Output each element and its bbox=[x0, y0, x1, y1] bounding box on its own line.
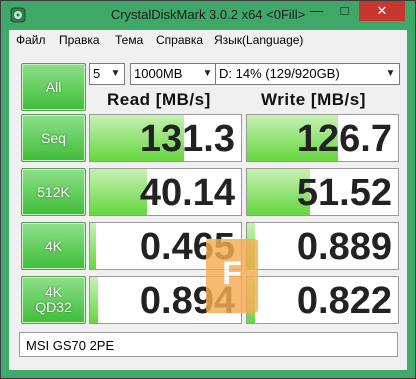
menu-bar: Файл Правка Тема Справка Язык(Language) bbox=[9, 30, 407, 51]
4k-qd32-label-line2: QD32 bbox=[35, 299, 72, 315]
seq-read-value: 131.3 bbox=[139, 118, 235, 160]
4k-qd32-read-bar bbox=[90, 277, 98, 323]
4k-qd32-label-line1: 4K bbox=[44, 284, 63, 300]
menu-edit[interactable]: Правка bbox=[59, 33, 100, 47]
512k-test-label: 512K bbox=[37, 183, 70, 200]
menu-help[interactable]: Справка bbox=[156, 33, 203, 47]
4k-qd32-write-result: 0.822 bbox=[246, 276, 399, 324]
menu-theme[interactable]: Тема bbox=[115, 33, 143, 47]
test-count-value: 5 bbox=[93, 66, 101, 81]
4k-write-value: 0.889 bbox=[296, 226, 392, 268]
seq-write-value: 126.7 bbox=[296, 118, 392, 160]
chevron-down-icon: ▼ bbox=[110, 68, 121, 79]
menu-language[interactable]: Язык(Language) bbox=[214, 33, 303, 47]
maximize-button[interactable]: □ bbox=[331, 1, 358, 21]
read-column-header: Read [MB/s] bbox=[107, 90, 211, 109]
4k-test-button[interactable]: 4K bbox=[21, 222, 86, 270]
watermark-logo: F bbox=[206, 239, 258, 313]
4k-qd32-write-value: 0.822 bbox=[296, 280, 392, 322]
chevron-down-icon: ▼ bbox=[385, 68, 396, 79]
close-button[interactable]: ✕ bbox=[359, 1, 405, 21]
write-column-header: Write [MB/s] bbox=[261, 90, 366, 109]
4k-write-result: 0.889 bbox=[246, 222, 399, 270]
4k-qd32-test-button[interactable]: 4K QD32 bbox=[21, 276, 86, 324]
test-count-select[interactable]: 5 ▼ bbox=[89, 63, 125, 85]
menu-file[interactable]: Файл bbox=[16, 33, 46, 47]
title-bar[interactable]: CrystalDiskMark 3.0.2 x64 <0Fill> — □ ✕ bbox=[1, 1, 415, 29]
512k-write-value: 51.52 bbox=[296, 172, 392, 214]
seq-write-result: 126.7 bbox=[246, 114, 399, 162]
512k-write-result: 51.52 bbox=[246, 168, 399, 216]
all-tests-label: All bbox=[45, 78, 62, 95]
main-panel: All 5 ▼ 1000MB ▼ D: 14% (129/920GB) ▼ Re… bbox=[9, 51, 407, 370]
4k-read-bar bbox=[90, 223, 97, 269]
minimize-button[interactable]: — bbox=[303, 1, 330, 21]
drive-select[interactable]: D: 14% (129/920GB) ▼ bbox=[215, 63, 400, 85]
512k-read-result: 40.14 bbox=[89, 168, 242, 216]
drive-value: D: 14% (129/920GB) bbox=[219, 66, 340, 81]
512k-test-button[interactable]: 512K bbox=[21, 168, 86, 216]
512k-read-value: 40.14 bbox=[139, 172, 235, 214]
test-size-value: 1000MB bbox=[134, 66, 183, 81]
test-size-select[interactable]: 1000MB ▼ bbox=[130, 63, 217, 85]
512k-read-bar bbox=[90, 169, 148, 215]
watermark-letter: F bbox=[222, 255, 242, 291]
app-window: CrystalDiskMark 3.0.2 x64 <0Fill> — □ ✕ … bbox=[0, 0, 416, 379]
all-tests-button[interactable]: All bbox=[21, 63, 86, 111]
4k-test-label: 4K bbox=[44, 237, 63, 254]
chevron-down-icon: ▼ bbox=[202, 68, 213, 79]
comment-field[interactable]: MSI GS70 2PE bbox=[19, 332, 398, 357]
seq-test-button[interactable]: Seq bbox=[21, 114, 86, 162]
seq-read-result: 131.3 bbox=[89, 114, 242, 162]
seq-test-label: Seq bbox=[41, 129, 66, 146]
